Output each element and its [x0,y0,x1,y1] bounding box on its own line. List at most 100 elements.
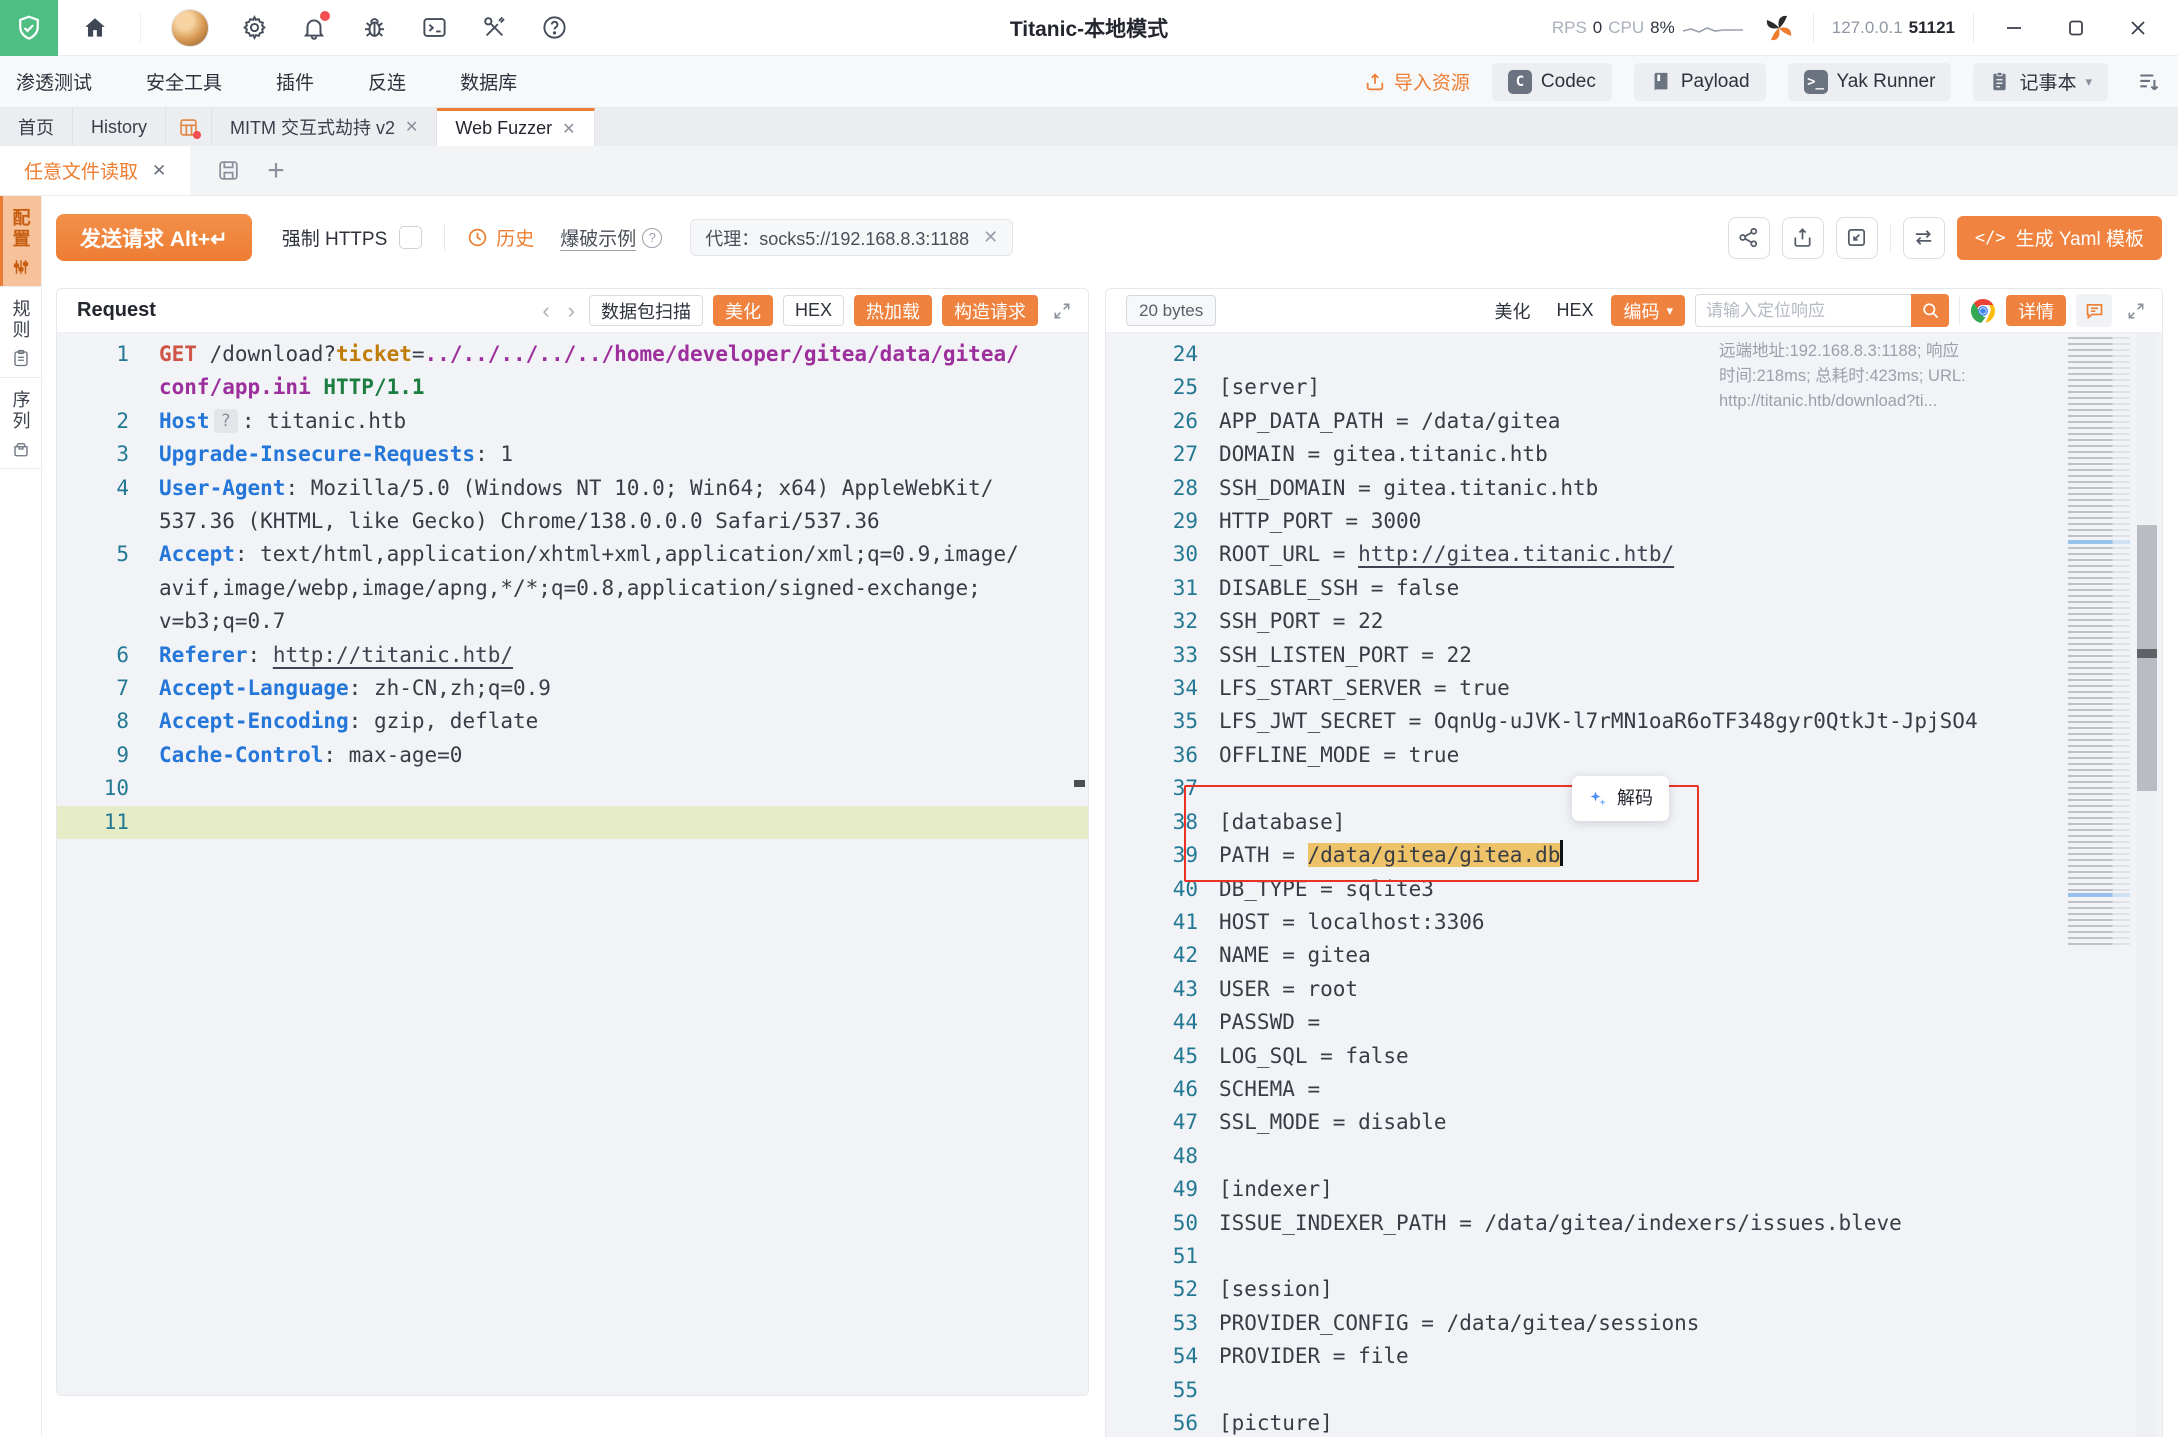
packet-scan-button[interactable]: 数据包扫描 [589,295,703,326]
menu-pentest[interactable]: 渗透测试 [16,68,92,95]
code-line: 39PATH = /data/gitea/gitea.db [1106,839,2162,872]
search-icon[interactable] [1911,294,1949,327]
line-number: 36 [1106,739,1198,772]
menu-security-tools[interactable]: 安全工具 [146,68,222,95]
code-icon: </> [1975,228,2006,248]
response-beautify-toggle[interactable]: 美化 [1486,298,1538,324]
response-size-tag: 20 bytes [1126,295,1216,326]
line-number: 1 [57,338,129,371]
vertical-scrollbar[interactable] [2137,333,2157,1437]
chevron-right-icon[interactable]: › [564,298,579,324]
edit-insert-button[interactable] [1836,217,1878,259]
menu-reverse-conn[interactable]: 反连 [368,68,406,95]
tab-home[interactable]: 首页 [0,108,73,146]
remove-proxy-icon[interactable]: ✕ [983,227,998,248]
code-line: 4User-Agent: Mozilla/5.0 (Windows NT 10.… [57,472,1088,539]
chevron-left-icon[interactable]: ‹ [538,298,553,324]
history-button[interactable]: 历史 [467,224,534,251]
notification-bell-icon[interactable] [299,13,329,43]
code-line: 43USER = root [1106,973,2162,1006]
main-tab-bar: 首页 History MITM 交互式劫持 v2 ✕ Web Fuzzer ✕ [0,108,2178,146]
expand-icon[interactable] [2122,301,2150,321]
send-request-button[interactable]: 发送请求 Alt+↵ [56,214,252,261]
side-tab-rules[interactable]: 规则 [0,287,41,378]
payload-button[interactable]: Payload [1634,63,1766,101]
minimize-button[interactable] [1992,8,2036,48]
settings-gear-icon[interactable] [239,13,269,43]
menu-database[interactable]: 数据库 [460,68,517,95]
chrome-icon[interactable] [1970,298,1996,324]
detail-button[interactable]: 详情 [2006,295,2066,326]
save-icon[interactable] [216,158,241,183]
window-title: Titanic-本地模式 [1010,13,1168,43]
tools-icon[interactable] [479,13,509,43]
codec-button[interactable]: C Codec [1492,63,1612,101]
minimap[interactable] [2068,337,2130,949]
decode-tooltip-button[interactable]: 解码 [1572,776,1669,821]
swap-button[interactable] [1903,217,1945,259]
line-number: 44 [1106,1006,1198,1039]
performance-stats: RPS 0 CPU 8% [1552,17,1745,39]
hotload-button[interactable]: 热加载 [854,295,932,326]
line-number: 55 [1106,1374,1198,1407]
scrollbar-thumb[interactable] [2137,525,2157,791]
rps-label: RPS [1552,18,1587,38]
code-line: 49[indexer] [1106,1173,2162,1206]
terminal-icon[interactable] [419,13,449,43]
menu-plugins[interactable]: 插件 [276,68,314,95]
export-button[interactable] [1782,217,1824,259]
response-search-input[interactable] [1695,294,1911,327]
close-icon[interactable]: ✕ [152,161,166,181]
response-hex-toggle[interactable]: HEX [1548,300,1601,321]
help-icon[interactable] [539,13,569,43]
proxy-tag[interactable]: 代理：socks5://192.168.8.3:1188 ✕ [690,219,1013,256]
blast-example-link[interactable]: 爆破示例 ? [560,224,662,251]
cpu-sparkline [1681,17,1745,39]
hex-button[interactable]: HEX [783,295,844,326]
import-resources-button[interactable]: 导入资源 [1364,68,1470,95]
tab-grid-icon[interactable] [166,108,212,146]
request-editor[interactable]: 1GET /download?ticket=../../../../../hom… [57,333,1088,1395]
force-https-checkbox[interactable] [399,226,422,249]
code-line: 27DOMAIN = gitea.titanic.htb [1106,438,2162,471]
code-line: 40DB_TYPE = sqlite3 [1106,873,2162,906]
line-number: 30 [1106,538,1198,571]
comment-icon[interactable] [2076,294,2112,327]
notepad-button[interactable]: 记事本 ▾ [1973,63,2108,101]
notepad-icon [1989,71,2010,92]
tab-mitm[interactable]: MITM 交互式劫持 v2 ✕ [212,108,437,146]
generate-yaml-button[interactable]: </> 生成 Yaml 模板 [1957,216,2162,260]
user-avatar[interactable] [171,9,209,47]
expand-icon[interactable] [1048,301,1076,321]
line-number: 50 [1106,1207,1198,1240]
close-icon[interactable]: ✕ [405,117,418,137]
sort-order-icon[interactable] [2130,69,2162,95]
encode-dropdown[interactable]: 编码 ▾ [1611,295,1685,326]
maximize-button[interactable] [2054,8,2098,48]
line-number: 43 [1106,973,1198,1006]
bug-icon[interactable] [359,13,389,43]
line-number: 2 [57,405,129,438]
request-panel: Request ‹ › 数据包扫描 美化 HEX 热加载 构造请求 1GET /… [56,288,1089,1396]
code-line: 6Referer: http://titanic.htb/ [57,639,1088,672]
tab-history[interactable]: History [73,108,166,146]
add-tab-icon[interactable]: + [267,156,285,186]
construct-request-button[interactable]: 构造请求 [942,295,1038,326]
response-editor[interactable]: 2425[server]26APP_DATA_PATH = /data/gite… [1106,333,2162,1437]
clipboard-icon [12,349,30,367]
share-button[interactable] [1728,217,1770,259]
line-number: 5 [57,538,129,571]
beautify-button[interactable]: 美化 [713,295,773,326]
notification-dot [320,11,330,21]
yak-runner-button[interactable]: >_ Yak Runner [1788,63,1952,101]
side-tab-config[interactable]: 配置 [0,196,41,287]
line-number: 26 [1106,405,1198,438]
toolbar-icon-divider [1890,224,1891,252]
tab-web-fuzzer[interactable]: Web Fuzzer ✕ [437,108,594,146]
home-icon[interactable] [80,13,110,43]
close-button[interactable] [2116,8,2160,48]
side-tab-sequence[interactable]: 序列 [0,378,41,469]
subtab-file-read[interactable]: 任意文件读取 ✕ [0,146,190,195]
line-number: 4 [57,472,129,505]
close-icon[interactable]: ✕ [562,119,575,139]
